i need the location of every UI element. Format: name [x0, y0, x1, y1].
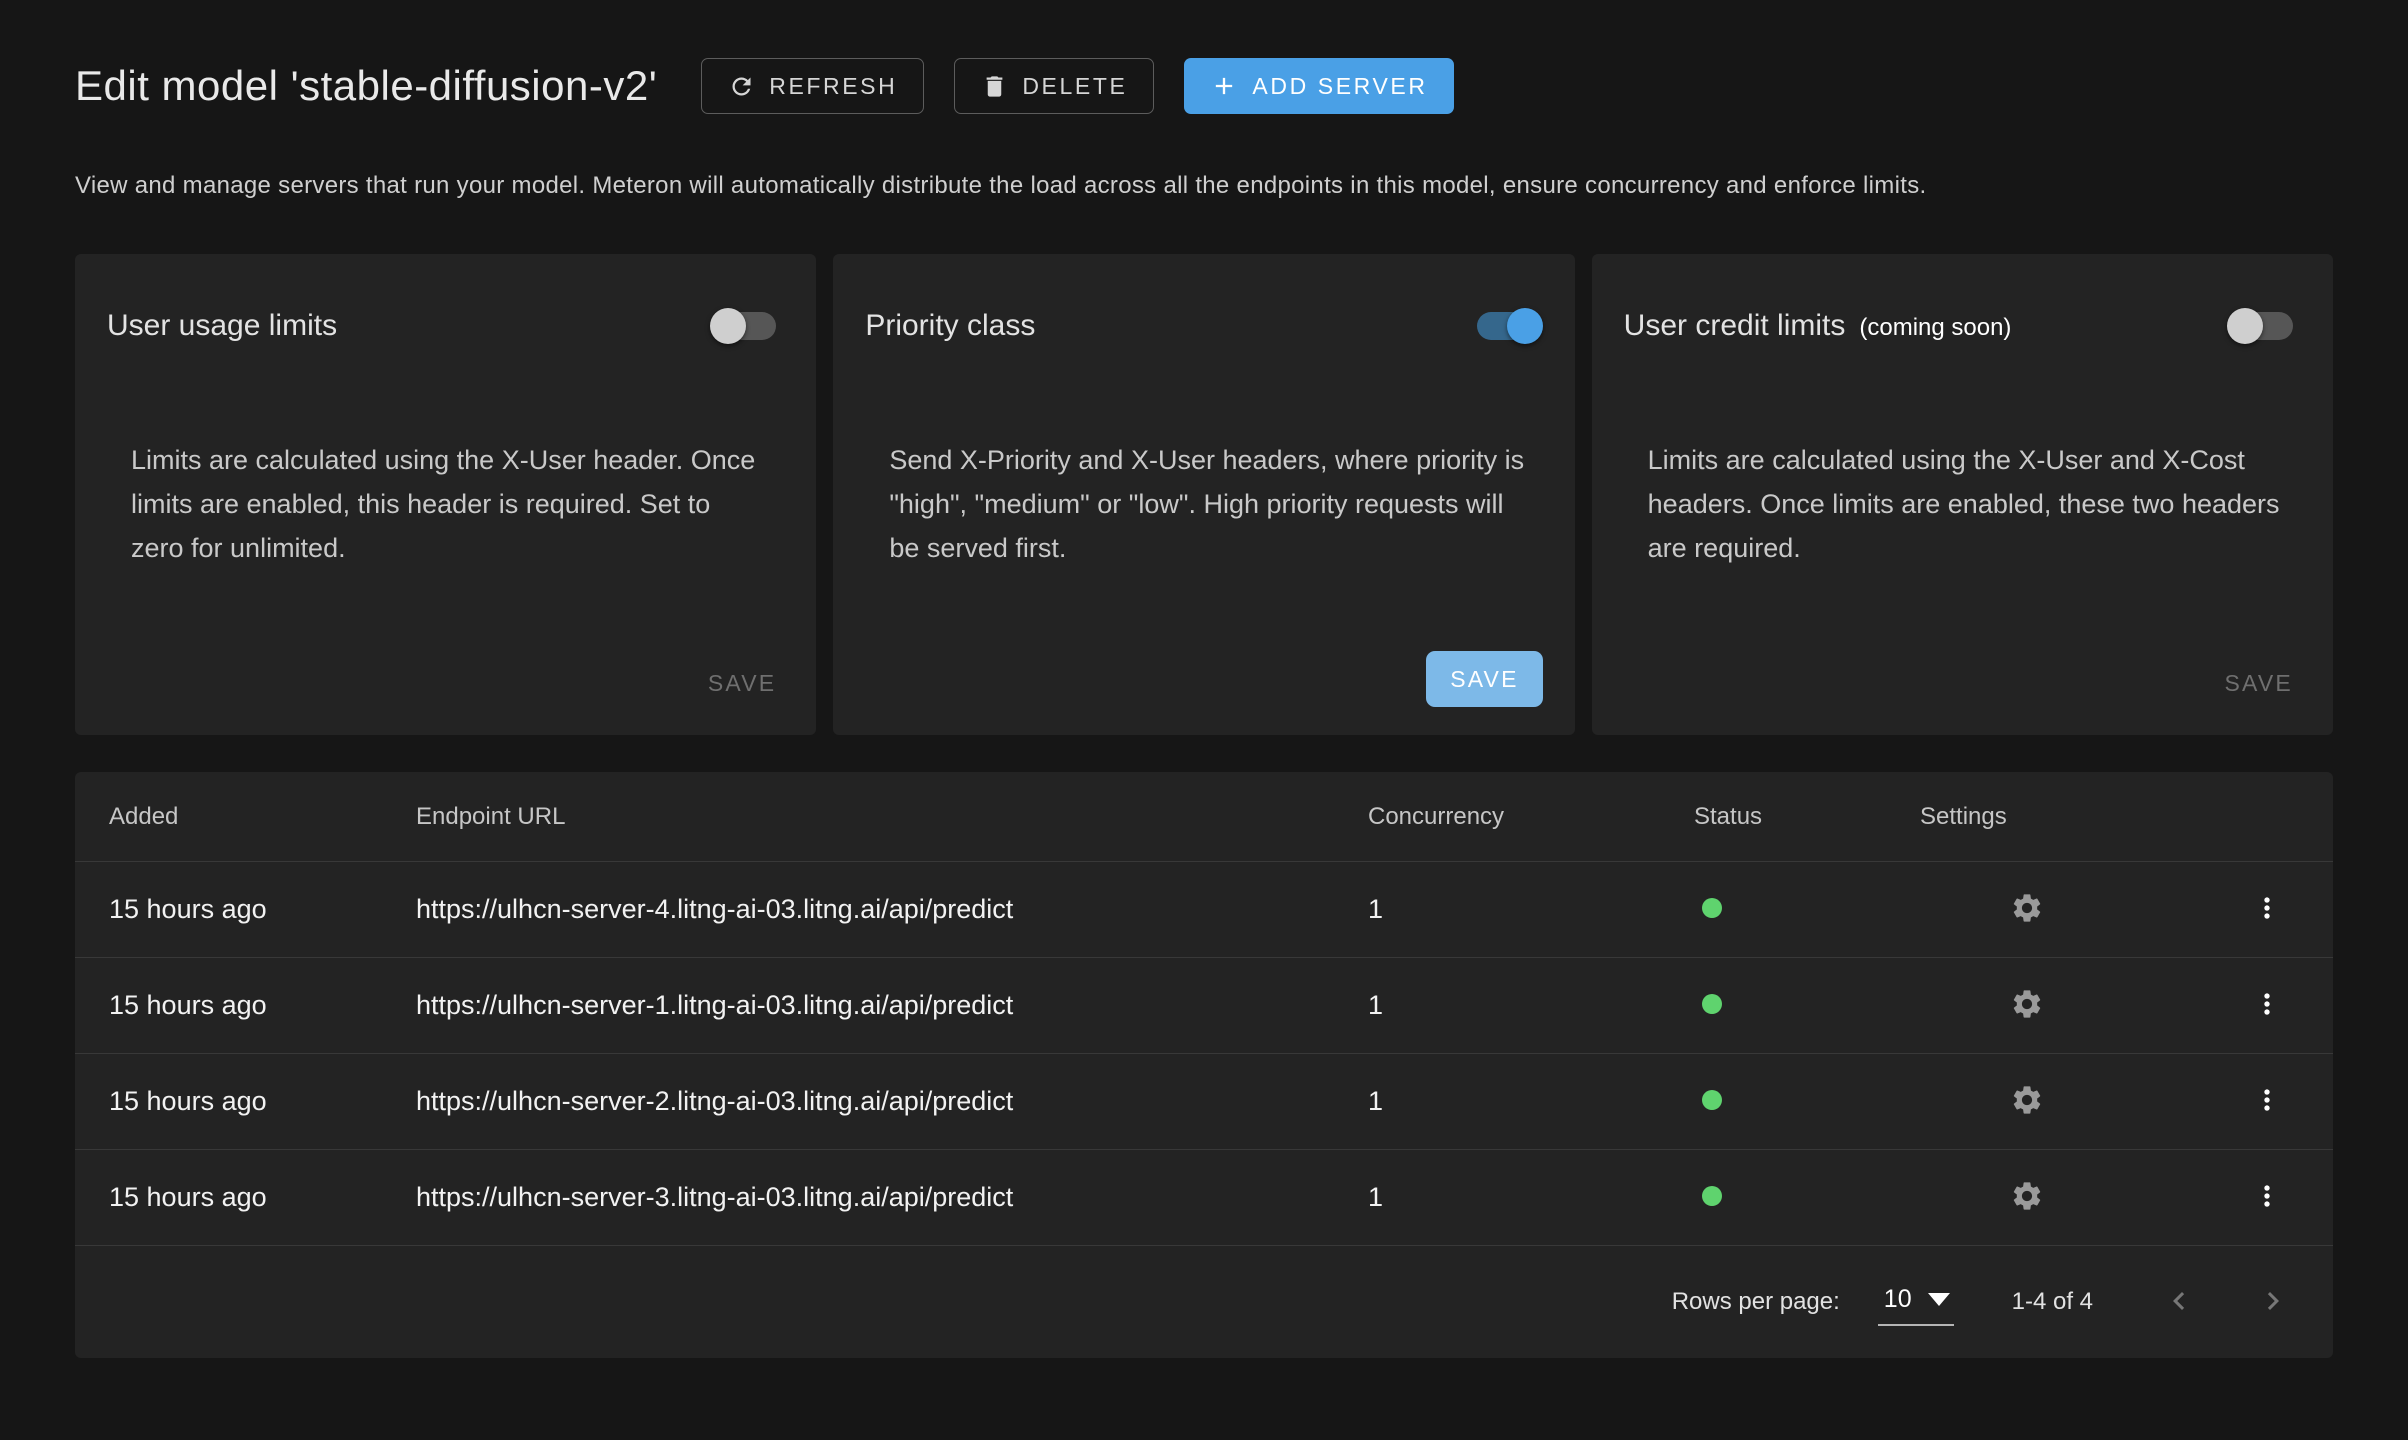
- row-concurrency-cell: 1: [1368, 1086, 1694, 1117]
- table-row: 15 hours ago https://ulhcn-server-2.litn…: [75, 1054, 2333, 1150]
- page: Edit model 'stable-diffusion-v2' REFRESH…: [0, 0, 2408, 1358]
- card-title: User credit limits: [1624, 309, 1846, 343]
- refresh-icon: [728, 73, 755, 100]
- gear-icon: [2010, 1083, 2044, 1117]
- toggle-knob: [2227, 308, 2263, 344]
- table-row: 15 hours ago https://ulhcn-server-3.litn…: [75, 1150, 2333, 1246]
- row-status-cell: [1694, 894, 1920, 925]
- next-page-button[interactable]: [2253, 1281, 2293, 1324]
- card-title: User usage limits: [107, 309, 337, 343]
- trash-icon: [981, 73, 1008, 100]
- chevron-right-icon: [2255, 1283, 2291, 1319]
- feature-cards: User usage limits Limits are calculated …: [75, 254, 2333, 735]
- status-online-dot: [1702, 898, 1722, 918]
- row-added-cell: 15 hours ago: [109, 990, 416, 1021]
- row-concurrency-cell: 1: [1368, 990, 1694, 1021]
- refresh-button-label: REFRESH: [769, 73, 897, 100]
- row-settings-cell: [1920, 1079, 2200, 1124]
- row-settings-cell: [1920, 887, 2200, 932]
- row-added-cell: 15 hours ago: [109, 1182, 416, 1213]
- row-added-cell: 15 hours ago: [109, 1086, 416, 1117]
- row-settings-cell: [1920, 983, 2200, 1028]
- more-vert-icon: [2251, 988, 2283, 1020]
- row-endpoint-url-cell: https://ulhcn-server-2.litng-ai-03.litng…: [416, 1086, 1368, 1117]
- server-settings-button[interactable]: [2006, 1175, 2048, 1217]
- table-body: 15 hours ago https://ulhcn-server-4.litn…: [75, 862, 2333, 1246]
- rows-per-page-value: 10: [1884, 1285, 1912, 1314]
- save-button[interactable]: SAVE: [1426, 651, 1542, 707]
- column-header-endpoint-url: Endpoint URL: [416, 803, 1368, 831]
- row-more-menu-button[interactable]: [2247, 984, 2287, 1024]
- delete-button-label: DELETE: [1022, 73, 1127, 100]
- previous-page-button[interactable]: [2159, 1281, 2199, 1324]
- row-status-cell: [1694, 1182, 1920, 1213]
- page-title: Edit model 'stable-diffusion-v2': [75, 62, 657, 110]
- row-settings-cell: [1920, 1175, 2200, 1220]
- more-vert-icon: [2251, 1180, 2283, 1212]
- status-online-dot: [1702, 994, 1722, 1014]
- column-header-concurrency: Concurrency: [1368, 803, 1694, 831]
- row-more-menu-button[interactable]: [2247, 1176, 2287, 1216]
- save-button[interactable]: SAVE: [2217, 660, 2301, 707]
- row-endpoint-url-cell: https://ulhcn-server-4.litng-ai-03.litng…: [416, 894, 1368, 925]
- status-online-dot: [1702, 1090, 1722, 1110]
- status-online-dot: [1702, 1186, 1722, 1206]
- column-header-status: Status: [1694, 803, 1920, 831]
- rows-per-page-select[interactable]: 10: [1878, 1279, 1954, 1326]
- refresh-button[interactable]: REFRESH: [701, 58, 924, 114]
- toggle-knob: [1507, 308, 1543, 344]
- card-title: Priority class: [865, 309, 1035, 343]
- add-server-button[interactable]: ADD SERVER: [1184, 58, 1453, 114]
- card-user-usage-limits: User usage limits Limits are calculated …: [75, 254, 816, 735]
- pagination-range-label: 1-4 of 4: [2012, 1288, 2093, 1316]
- card-user-credit-limits: User credit limits (coming soon) Limits …: [1592, 254, 2333, 735]
- card-priority-class: Priority class Send X-Priority and X-Use…: [833, 254, 1574, 735]
- user-credit-limits-toggle[interactable]: [2227, 306, 2301, 346]
- chevron-left-icon: [2161, 1283, 2197, 1319]
- row-more-menu-button[interactable]: [2247, 1080, 2287, 1120]
- card-description: Limits are calculated using the X-User a…: [1624, 438, 2301, 570]
- toolbar: REFRESH DELETE ADD SERVER: [701, 58, 1453, 114]
- row-menu-cell: [2247, 984, 2333, 1027]
- servers-table: Added Endpoint URL Concurrency Status Se…: [75, 772, 2333, 1358]
- rows-per-page-label: Rows per page:: [1672, 1288, 1840, 1316]
- table-header-row: Added Endpoint URL Concurrency Status Se…: [75, 772, 2333, 862]
- row-more-menu-button[interactable]: [2247, 888, 2287, 928]
- row-concurrency-cell: 1: [1368, 894, 1694, 925]
- row-added-cell: 15 hours ago: [109, 894, 416, 925]
- row-endpoint-url-cell: https://ulhcn-server-1.litng-ai-03.litng…: [416, 990, 1368, 1021]
- delete-button[interactable]: DELETE: [954, 58, 1154, 114]
- row-status-cell: [1694, 990, 1920, 1021]
- more-vert-icon: [2251, 1084, 2283, 1116]
- more-vert-icon: [2251, 892, 2283, 924]
- plus-icon: [1210, 72, 1238, 100]
- card-description: Send X-Priority and X-User headers, wher…: [865, 438, 1542, 570]
- save-button[interactable]: SAVE: [700, 660, 784, 707]
- row-endpoint-url-cell: https://ulhcn-server-3.litng-ai-03.litng…: [416, 1182, 1368, 1213]
- coming-soon-label: (coming soon): [1859, 314, 2011, 342]
- add-server-button-label: ADD SERVER: [1252, 73, 1427, 100]
- row-status-cell: [1694, 1086, 1920, 1117]
- gear-icon: [2010, 891, 2044, 925]
- table-row: 15 hours ago https://ulhcn-server-1.litn…: [75, 958, 2333, 1054]
- table-pagination: Rows per page: 10 1-4 of 4: [75, 1246, 2333, 1358]
- page-description: View and manage servers that run your mo…: [75, 172, 2333, 200]
- priority-class-toggle[interactable]: [1469, 306, 1543, 346]
- server-settings-button[interactable]: [2006, 1079, 2048, 1121]
- page-header: Edit model 'stable-diffusion-v2' REFRESH…: [75, 58, 2333, 114]
- column-header-added: Added: [109, 803, 416, 831]
- row-concurrency-cell: 1: [1368, 1182, 1694, 1213]
- table-row: 15 hours ago https://ulhcn-server-4.litn…: [75, 862, 2333, 958]
- gear-icon: [2010, 987, 2044, 1021]
- user-usage-limits-toggle[interactable]: [710, 306, 784, 346]
- server-settings-button[interactable]: [2006, 887, 2048, 929]
- row-menu-cell: [2247, 1176, 2333, 1219]
- dropdown-arrow-icon: [1928, 1293, 1950, 1306]
- gear-icon: [2010, 1179, 2044, 1213]
- card-description: Limits are calculated using the X-User h…: [107, 438, 784, 570]
- row-menu-cell: [2247, 888, 2333, 931]
- server-settings-button[interactable]: [2006, 983, 2048, 1025]
- column-header-settings: Settings: [1920, 803, 2200, 831]
- row-menu-cell: [2247, 1080, 2333, 1123]
